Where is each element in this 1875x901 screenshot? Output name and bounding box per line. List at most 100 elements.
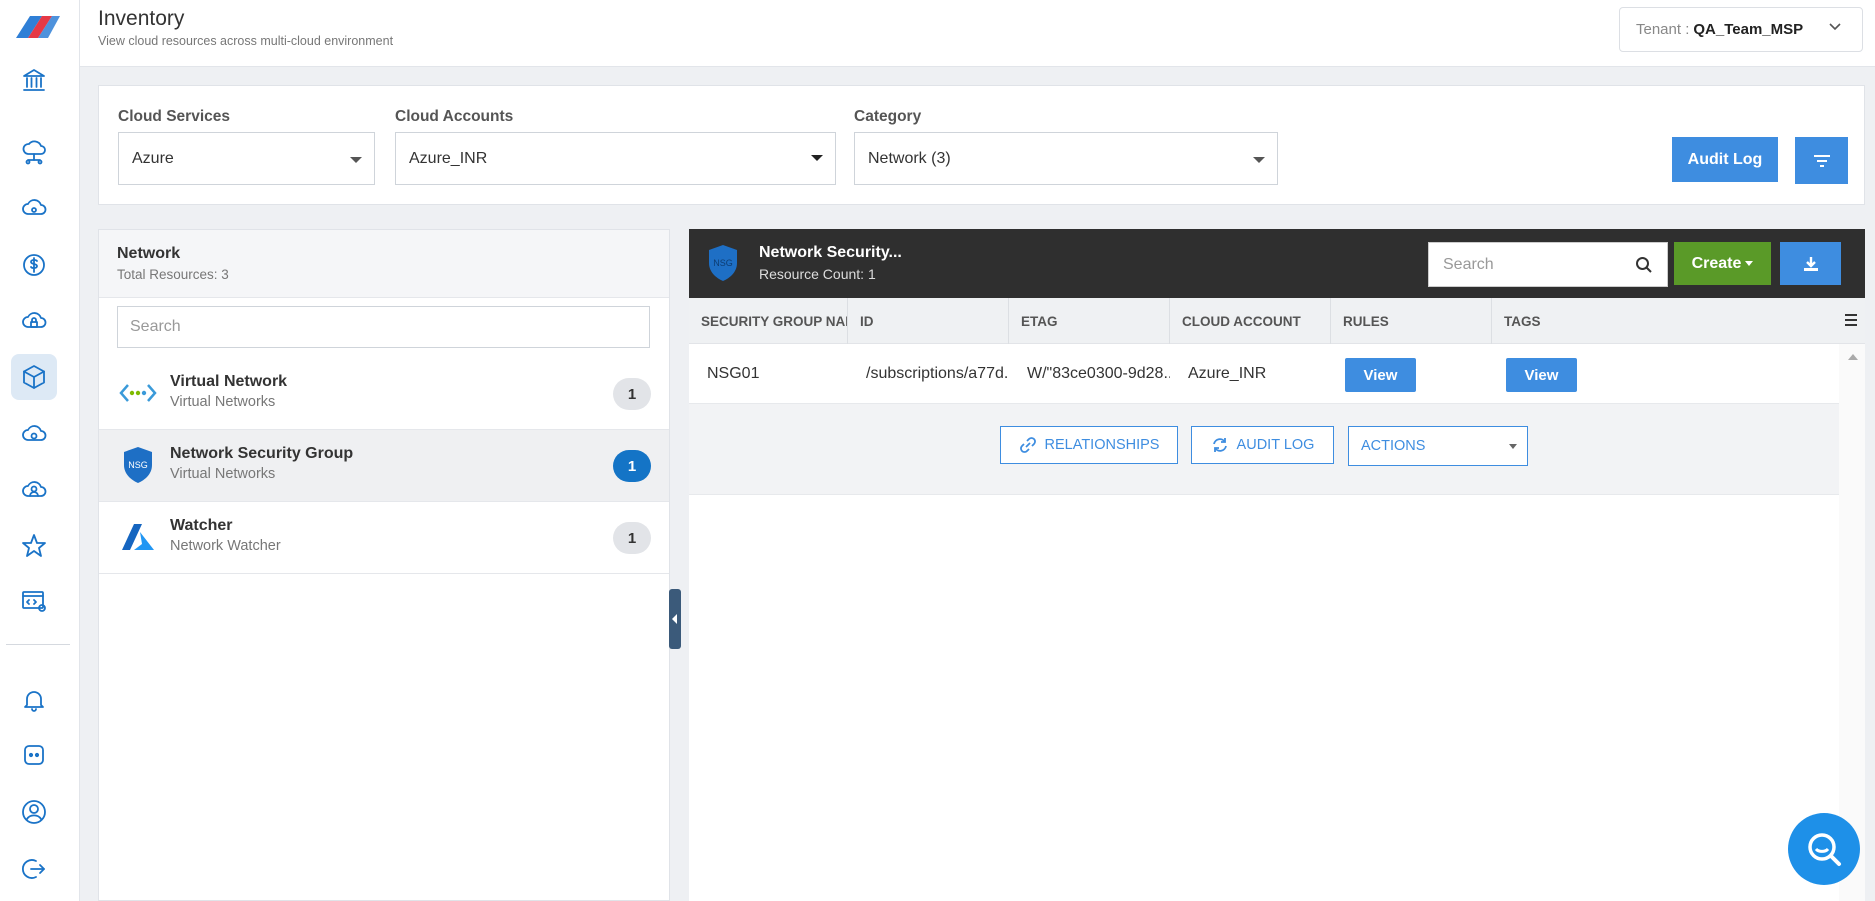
nsg-icon-text: NSG <box>713 258 733 268</box>
cell-id: /subscriptions/a77d... <box>866 365 1009 382</box>
cloud-gear-icon[interactable] <box>17 417 51 451</box>
create-label: Create <box>1691 254 1742 272</box>
list-item-type: Virtual Networks <box>170 466 276 482</box>
cloud-user-icon[interactable] <box>17 473 51 507</box>
column-header-tags[interactable]: Tags <box>1492 298 1839 344</box>
resource-list-panel: Network Total Resources: 3 Search Virtua… <box>98 229 670 901</box>
star-icon[interactable] <box>17 529 51 563</box>
actions-label: ACTIONS <box>1361 438 1426 454</box>
column-header-etag[interactable]: ETAG <box>1009 298 1170 344</box>
cell-etag: W/"83ce0300-9d28... <box>1027 365 1170 382</box>
detail-title: Network Security... <box>759 244 902 261</box>
list-item-name: Network Security Group <box>170 445 354 462</box>
detail-search-input[interactable]: Search <box>1428 242 1668 287</box>
filter-button[interactable] <box>1795 137 1848 184</box>
resource-list-total: Total Resources: 3 <box>117 267 229 282</box>
bank-icon[interactable] <box>17 63 51 97</box>
filter-panel: Cloud Services Azure Cloud Accounts Azur… <box>98 85 1865 205</box>
row-actions-bar: RELATIONSHIPS AUDIT LOG ACTIONS <box>689 404 1839 495</box>
bell-icon[interactable] <box>17 683 51 717</box>
download-icon <box>1803 256 1818 271</box>
relationships-button[interactable]: RELATIONSHIPS <box>1000 426 1178 464</box>
list-item-virtual-network[interactable]: Virtual Network Virtual Networks 1 <box>99 358 669 430</box>
list-item-network-security-group[interactable]: NSG Network Security Group Virtual Netwo… <box>99 430 669 502</box>
caret-down-icon <box>1253 157 1265 163</box>
column-header-cloud-account[interactable]: Cloud Account <box>1170 298 1331 344</box>
audit-log-row-label: AUDIT LOG <box>1236 437 1315 453</box>
cell-name: NSG01 <box>707 365 760 382</box>
cell-cloud-account: Azure_INR <box>1188 365 1267 382</box>
search-icon <box>1808 833 1841 866</box>
cloud-accounts-label: Cloud Accounts <box>395 108 514 125</box>
user-circle-icon[interactable] <box>17 795 51 829</box>
resource-detail-panel: NSG Network Security... Resource Count: … <box>689 229 1865 901</box>
search-icon <box>1636 257 1652 273</box>
download-button[interactable] <box>1780 242 1841 285</box>
cloud-services-label: Cloud Services <box>118 108 230 125</box>
cube-icon[interactable] <box>11 354 57 400</box>
count-badge: 1 <box>613 378 651 410</box>
cloud-accounts-value: Azure_INR <box>409 149 488 167</box>
cloud-services-select[interactable]: Azure <box>118 132 375 185</box>
count-badge: 1 <box>613 450 651 482</box>
cloud-network-icon[interactable] <box>17 135 51 169</box>
audit-log-row-button[interactable]: AUDIT LOG <box>1191 426 1334 464</box>
sidebar <box>0 0 80 901</box>
cloud-icon[interactable] <box>17 191 51 225</box>
column-menu-icon[interactable] <box>1843 312 1859 328</box>
dollar-icon[interactable] <box>17 248 51 282</box>
view-tags-button[interactable]: View <box>1506 358 1577 392</box>
cloud-accounts-select[interactable]: Azure_INR <box>395 132 836 185</box>
chat-bot-icon[interactable] <box>17 738 51 772</box>
table-row[interactable]: NSG01 /subscriptions/a77d... W/"83ce0300… <box>689 344 1839 404</box>
collapse-panel-handle[interactable] <box>669 589 681 649</box>
column-header-rules[interactable]: Rules <box>1331 298 1492 344</box>
help-search-button[interactable] <box>1788 813 1860 885</box>
create-button[interactable]: Create <box>1674 242 1771 285</box>
cloud-lock-icon[interactable] <box>17 304 51 338</box>
resource-search-input[interactable]: Search <box>117 306 650 348</box>
column-header-security-group-name[interactable]: Security Group Nam... <box>689 298 848 344</box>
tenant-selector[interactable]: Tenant : QA_Team_MSP <box>1619 7 1863 52</box>
list-item-name: Virtual Network <box>170 373 288 390</box>
caret-down-icon <box>1509 444 1517 449</box>
caret-down-icon <box>811 155 823 161</box>
category-value: Network (3) <box>868 149 951 167</box>
tenant-value: QA_Team_MSP <box>1693 21 1804 38</box>
tenant-label: Tenant : <box>1636 21 1690 38</box>
nsg-shield-icon: NSG <box>119 446 157 484</box>
top-header: Inventory View cloud resources across mu… <box>80 0 1875 67</box>
app-logo[interactable] <box>8 8 64 48</box>
relationships-label: RELATIONSHIPS <box>1044 437 1160 453</box>
refresh-icon <box>1212 438 1227 452</box>
detail-header: NSG Network Security... Resource Count: … <box>689 229 1865 298</box>
resource-search-placeholder: Search <box>130 318 181 335</box>
resource-list-header: Network Total Resources: 3 <box>99 230 669 298</box>
list-item-type: Network Watcher <box>170 538 281 554</box>
list-item-name: Watcher <box>170 517 233 534</box>
caret-down-icon <box>350 157 362 163</box>
audit-log-button[interactable]: Audit Log <box>1672 137 1778 182</box>
sidebar-divider <box>6 644 70 645</box>
filter-lines-icon <box>1813 154 1830 167</box>
code-settings-icon[interactable] <box>17 584 51 618</box>
resource-list-title: Network <box>117 245 181 262</box>
nsg-icon-text: NSG <box>128 460 148 470</box>
detail-search-placeholder: Search <box>1443 255 1494 273</box>
page-subtitle: View cloud resources across multi-cloud … <box>98 34 394 48</box>
view-rules-button[interactable]: View <box>1345 358 1416 392</box>
cloud-services-value: Azure <box>132 149 174 167</box>
virtual-network-icon <box>119 374 157 412</box>
list-item-type: Virtual Networks <box>170 394 276 410</box>
logout-icon[interactable] <box>17 852 51 886</box>
resource-count: Resource Count: 1 <box>759 266 876 282</box>
caret-down-icon <box>1745 261 1754 266</box>
list-item-watcher[interactable]: Watcher Network Watcher 1 <box>99 502 669 574</box>
azure-logo-icon <box>119 518 157 556</box>
category-label: Category <box>854 108 922 125</box>
category-select[interactable]: Network (3) <box>854 132 1278 185</box>
link-icon <box>1019 437 1036 453</box>
actions-select[interactable]: ACTIONS <box>1348 426 1528 466</box>
count-badge: 1 <box>613 522 651 554</box>
column-header-id[interactable]: ID <box>848 298 1009 344</box>
